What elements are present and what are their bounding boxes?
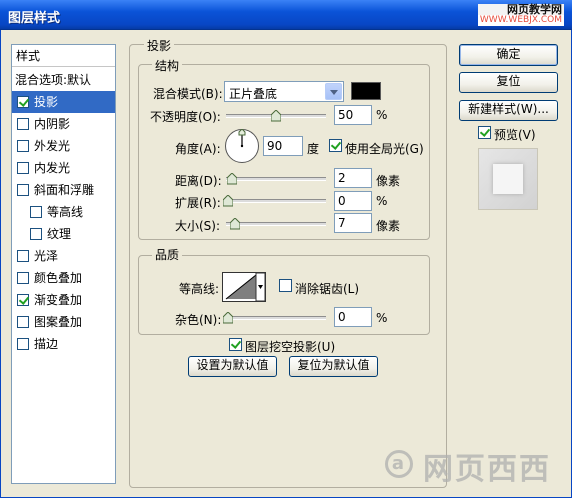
global-light-label[interactable]: 使用全局光(G) bbox=[345, 140, 424, 157]
opacity-label: 不透明度(O): bbox=[150, 110, 221, 124]
style-item-drop-shadow[interactable]: 投影 bbox=[12, 91, 115, 113]
blend-mode-select[interactable]: 正片叠底 bbox=[224, 81, 344, 102]
new-style-button[interactable]: 新建样式(W)... bbox=[459, 100, 558, 121]
global-light-checkbox[interactable] bbox=[329, 139, 342, 152]
distance-label: 距离(D): bbox=[175, 174, 222, 188]
bevel-emboss-checkbox[interactable] bbox=[17, 184, 29, 196]
contour-checkbox[interactable] bbox=[30, 206, 42, 218]
inner-shadow-checkbox[interactable] bbox=[17, 118, 29, 130]
style-item-gradient-overlay[interactable]: 渐变叠加 bbox=[12, 289, 115, 311]
angle-dial[interactable] bbox=[225, 129, 259, 163]
style-item-texture[interactable]: 纹理 bbox=[12, 223, 115, 245]
style-item-bevel-emboss[interactable]: 斜面和浮雕 bbox=[12, 179, 115, 201]
noise-input[interactable]: 0 bbox=[334, 307, 372, 327]
slider-thumb-icon[interactable] bbox=[227, 173, 237, 185]
contour-picker[interactable] bbox=[222, 272, 266, 302]
opacity-unit: % bbox=[376, 108, 388, 122]
angle-input[interactable]: 90 bbox=[263, 136, 303, 156]
reset-button[interactable]: 复位 bbox=[459, 72, 558, 93]
size-input[interactable]: 7 bbox=[334, 213, 372, 233]
spread-slider[interactable] bbox=[223, 195, 326, 207]
opacity-input[interactable]: 50 bbox=[334, 105, 372, 125]
opacity-slider[interactable] bbox=[226, 110, 326, 122]
quality-title: 品质 bbox=[152, 246, 183, 263]
style-item-inner-shadow[interactable]: 内阴影 bbox=[12, 113, 115, 135]
watermark-bottom-text: 网页西西 bbox=[423, 452, 551, 487]
ok-button[interactable]: 确定 bbox=[459, 44, 558, 66]
slider-thumb-icon[interactable] bbox=[223, 312, 233, 324]
spread-unit: % bbox=[376, 194, 388, 208]
preview-checkbox[interactable] bbox=[478, 126, 491, 139]
watermark-text: 网页教学网 bbox=[477, 4, 564, 15]
angle-label: 角度(A): bbox=[175, 142, 221, 156]
style-item-color-overlay[interactable]: 颜色叠加 bbox=[12, 267, 115, 289]
size-unit: 像素 bbox=[376, 219, 401, 233]
size-label: 大小(S): bbox=[175, 219, 221, 233]
set-default-button[interactable]: 设置为默认值 bbox=[188, 356, 277, 377]
knockout-label[interactable]: 图层挖空投影(U) bbox=[245, 338, 335, 355]
noise-label: 杂色(N): bbox=[175, 313, 222, 327]
style-preview-thumbnail bbox=[478, 148, 538, 210]
distance-unit: 像素 bbox=[376, 174, 401, 188]
logo-circle-icon: a bbox=[385, 450, 413, 478]
style-item-satin[interactable]: 光泽 bbox=[12, 245, 115, 267]
blend-mode-value: 正片叠底 bbox=[229, 87, 278, 101]
size-slider[interactable] bbox=[226, 218, 326, 230]
spread-input[interactable]: 0 bbox=[334, 191, 372, 211]
noise-slider[interactable] bbox=[223, 312, 326, 324]
drop-shadow-checkbox[interactable] bbox=[17, 96, 29, 108]
distance-slider[interactable] bbox=[226, 173, 326, 185]
antialias-label[interactable]: 消除锯齿(L) bbox=[295, 280, 359, 297]
stroke-checkbox[interactable] bbox=[17, 338, 29, 350]
style-item-outer-glow[interactable]: 外发光 bbox=[12, 135, 115, 157]
spread-label: 扩展(R): bbox=[175, 196, 221, 210]
window-title: 图层样式 bbox=[8, 11, 61, 26]
distance-input[interactable]: 2 bbox=[334, 168, 372, 188]
style-item-contour[interactable]: 等高线 bbox=[12, 201, 115, 223]
inner-glow-checkbox[interactable] bbox=[17, 162, 29, 174]
watermark-url: WWW.WEBJX.COM bbox=[477, 15, 564, 26]
styles-list-header: 样式 bbox=[12, 45, 115, 67]
preview-label[interactable]: 预览(V) bbox=[494, 126, 536, 143]
title-bar: 图层样式 网页教学网 WWW.WEBJX.COM bbox=[0, 0, 572, 30]
contour-label: 等高线: bbox=[179, 282, 220, 296]
satin-checkbox[interactable] bbox=[17, 250, 29, 262]
style-item-pattern-overlay[interactable]: 图案叠加 bbox=[12, 311, 115, 333]
styles-list: 样式 混合选项:默认 投影 内阴影 外发光 内发光 斜面和浮雕 等高线 纹理 光… bbox=[11, 44, 116, 484]
blend-mode-label: 混合模式(B): bbox=[153, 87, 223, 101]
watermark-logo: a 网页西西 bbox=[385, 444, 565, 492]
angle-unit: 度 bbox=[307, 142, 320, 156]
chevron-down-icon bbox=[325, 83, 342, 100]
reset-default-button[interactable]: 复位为默认值 bbox=[289, 356, 378, 377]
antialias-checkbox[interactable] bbox=[279, 279, 292, 292]
contour-preview-icon bbox=[225, 273, 265, 301]
style-item-stroke[interactable]: 描边 bbox=[12, 333, 115, 355]
shadow-color-swatch[interactable] bbox=[351, 82, 381, 100]
slider-thumb-icon[interactable] bbox=[230, 218, 240, 230]
drop-shadow-title: 投影 bbox=[144, 37, 175, 54]
slider-thumb-icon[interactable] bbox=[271, 110, 281, 122]
texture-checkbox[interactable] bbox=[30, 228, 42, 240]
style-item-inner-glow[interactable]: 内发光 bbox=[12, 157, 115, 179]
slider-thumb-icon[interactable] bbox=[223, 195, 233, 207]
gradient-overlay-checkbox[interactable] bbox=[17, 294, 29, 306]
preview-square bbox=[493, 164, 523, 194]
pattern-overlay-checkbox[interactable] bbox=[17, 316, 29, 328]
structure-title: 结构 bbox=[152, 57, 183, 74]
noise-unit: % bbox=[376, 311, 388, 325]
color-overlay-checkbox[interactable] bbox=[17, 272, 29, 284]
style-item-blending-options[interactable]: 混合选项:默认 bbox=[12, 69, 115, 91]
knockout-checkbox[interactable] bbox=[229, 338, 242, 351]
watermark-top: 网页教学网 WWW.WEBJX.COM bbox=[477, 4, 564, 26]
outer-glow-checkbox[interactable] bbox=[17, 140, 29, 152]
